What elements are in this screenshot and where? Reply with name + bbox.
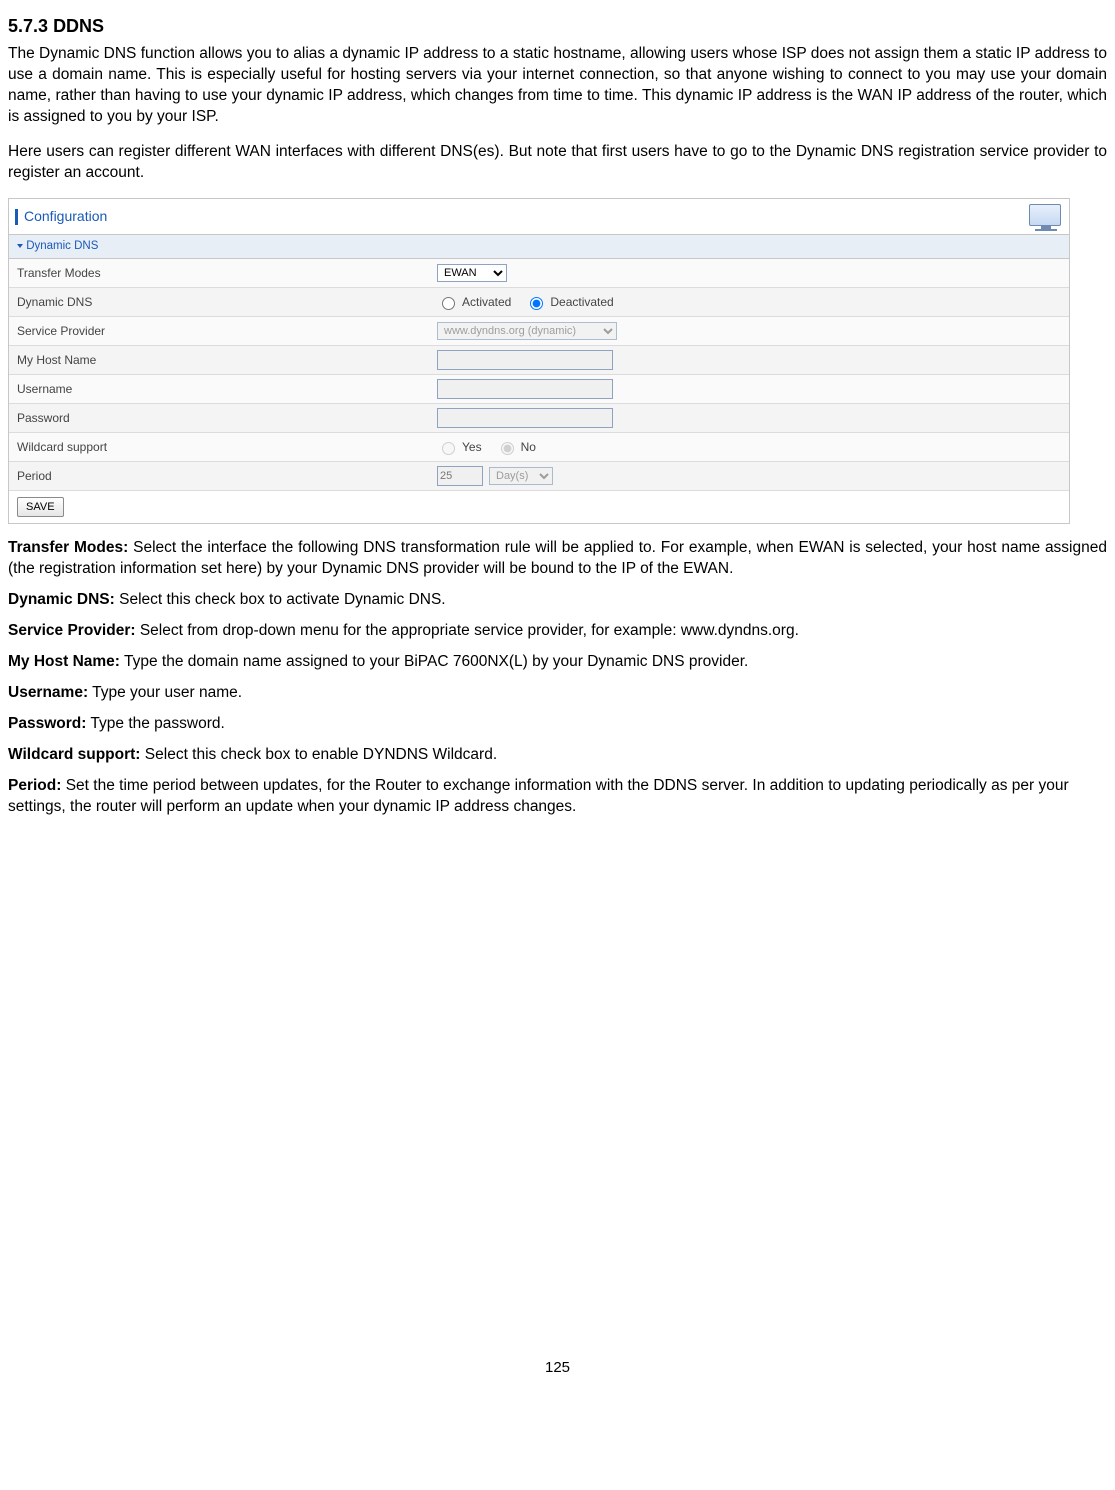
intro-paragraph-2: Here users can register different WAN in… xyxy=(8,142,1107,184)
row-wildcard: Wildcard support Yes No xyxy=(9,433,1069,462)
dynamic-dns-activated-label: Activated xyxy=(462,294,511,310)
label-service-provider: Service Provider xyxy=(9,323,437,339)
dynamic-dns-activated-radio[interactable] xyxy=(442,297,455,310)
save-button[interactable]: SAVE xyxy=(17,497,64,517)
label-period: Period xyxy=(9,468,437,484)
field-definitions: Transfer Modes: Select the interface the… xyxy=(8,538,1107,817)
row-my-host-name: My Host Name xyxy=(9,346,1069,375)
def-my-host-name: My Host Name: Type the domain name assig… xyxy=(8,652,1107,673)
section-number: 5.7.3 xyxy=(8,16,48,36)
service-provider-select[interactable]: www.dyndns.org (dynamic) xyxy=(437,322,617,340)
wildcard-yes-radio[interactable] xyxy=(442,442,455,455)
row-username: Username xyxy=(9,375,1069,404)
def-transfer-modes: Transfer Modes: Select the interface the… xyxy=(8,538,1107,580)
monitor-icon xyxy=(1019,202,1063,232)
panel-bar-icon xyxy=(15,209,18,225)
dynamic-dns-deactivated-radio[interactable] xyxy=(530,297,543,310)
label-transfer-modes: Transfer Modes xyxy=(9,265,437,281)
period-value-input[interactable] xyxy=(437,466,483,486)
panel-footer: SAVE xyxy=(9,491,1069,523)
username-input[interactable] xyxy=(437,379,613,399)
panel-section-heading: Dynamic DNS xyxy=(9,235,1069,260)
wildcard-no-label: No xyxy=(521,439,536,455)
section-title-text: DDNS xyxy=(53,16,104,36)
my-host-name-input[interactable] xyxy=(437,350,613,370)
label-username: Username xyxy=(9,381,437,397)
dynamic-dns-deactivated-label: Deactivated xyxy=(550,294,613,310)
collapse-arrow-icon xyxy=(17,244,23,248)
row-dynamic-dns: Dynamic DNS Activated Deactivated xyxy=(9,288,1069,317)
panel-header-title: Configuration xyxy=(24,207,107,226)
def-service-provider: Service Provider: Select from drop-down … xyxy=(8,621,1107,642)
def-password: Password: Type the password. xyxy=(8,714,1107,735)
intro-paragraph-1: The Dynamic DNS function allows you to a… xyxy=(8,44,1107,128)
panel-section-title: Dynamic DNS xyxy=(26,240,98,252)
def-period: Period: Set the time period between upda… xyxy=(8,776,1107,818)
row-period: Period Day(s) xyxy=(9,462,1069,491)
label-wildcard: Wildcard support xyxy=(9,439,437,455)
label-dynamic-dns: Dynamic DNS xyxy=(9,294,437,310)
page-number: 125 xyxy=(8,1358,1107,1378)
row-transfer-modes: Transfer Modes EWAN xyxy=(9,259,1069,288)
def-dynamic-dns: Dynamic DNS: Select this check box to ac… xyxy=(8,590,1107,611)
label-my-host-name: My Host Name xyxy=(9,352,437,368)
configuration-panel: Configuration Dynamic DNS Transfer Modes… xyxy=(8,198,1070,525)
period-unit-select[interactable]: Day(s) xyxy=(489,467,553,485)
row-service-provider: Service Provider www.dyndns.org (dynamic… xyxy=(9,317,1069,346)
transfer-modes-select[interactable]: EWAN xyxy=(437,264,507,282)
def-wildcard: Wildcard support: Select this check box … xyxy=(8,745,1107,766)
row-password: Password xyxy=(9,404,1069,433)
wildcard-no-radio[interactable] xyxy=(501,442,514,455)
section-heading: 5.7.3 DDNS xyxy=(8,14,1107,38)
panel-header: Configuration xyxy=(9,199,1069,235)
def-username: Username: Type your user name. xyxy=(8,683,1107,704)
label-password: Password xyxy=(9,410,437,426)
wildcard-yes-label: Yes xyxy=(462,439,482,455)
password-input[interactable] xyxy=(437,408,613,428)
